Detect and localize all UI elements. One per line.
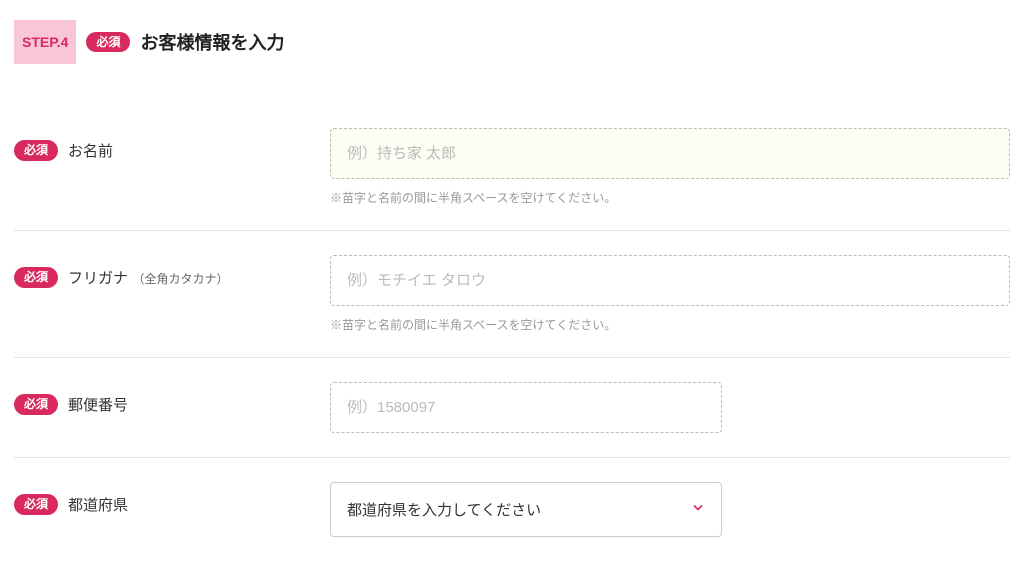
furigana-hint: ※苗字と名前の間に半角スペースを空けてください。 (330, 316, 1010, 333)
name-hint: ※苗字と名前の間に半角スペースを空けてください。 (330, 189, 1010, 206)
field-label-name: お名前 (68, 140, 113, 161)
form-row-prefecture: 必須 都道府県 都道府県を入力してください (14, 458, 1010, 561)
required-badge-postal: 必須 (14, 394, 58, 414)
section-title: お客様情報を入力 (140, 29, 284, 55)
label-col-furigana: 必須 フリガナ （全角カタカナ） (14, 255, 330, 288)
postal-input[interactable] (330, 382, 722, 433)
field-sublabel-furigana: （全角カタカナ） (132, 272, 228, 286)
required-badge-furigana: 必須 (14, 267, 58, 287)
prefecture-select-wrapper: 都道府県を入力してください (330, 482, 722, 537)
input-col-name: ※苗字と名前の間に半角スペースを空けてください。 (330, 128, 1010, 206)
section-header: STEP.4 必須 お客様情報を入力 (14, 20, 1010, 64)
field-label-postal: 郵便番号 (68, 394, 128, 415)
furigana-input[interactable] (330, 255, 1010, 306)
input-col-furigana: ※苗字と名前の間に半角スペースを空けてください。 (330, 255, 1010, 333)
input-col-prefecture: 都道府県を入力してください (330, 482, 1010, 537)
required-badge-prefecture: 必須 (14, 494, 58, 514)
label-col-prefecture: 必須 都道府県 (14, 482, 330, 515)
prefecture-select[interactable]: 都道府県を入力してください (330, 482, 722, 537)
input-col-postal (330, 382, 1010, 433)
label-col-postal: 必須 郵便番号 (14, 382, 330, 415)
required-badge-header: 必須 (86, 32, 130, 52)
form-row-postal: 必須 郵便番号 (14, 358, 1010, 458)
name-input[interactable] (330, 128, 1010, 179)
field-label-furigana: フリガナ (68, 270, 128, 287)
label-col-name: 必須 お名前 (14, 128, 330, 161)
field-label-prefecture: 都道府県 (68, 494, 128, 515)
step-badge: STEP.4 (14, 20, 76, 64)
form-row-furigana: 必須 フリガナ （全角カタカナ） ※苗字と名前の間に半角スペースを空けてください… (14, 231, 1010, 358)
required-badge-name: 必須 (14, 140, 58, 160)
form-row-name: 必須 お名前 ※苗字と名前の間に半角スペースを空けてください。 (14, 104, 1010, 231)
